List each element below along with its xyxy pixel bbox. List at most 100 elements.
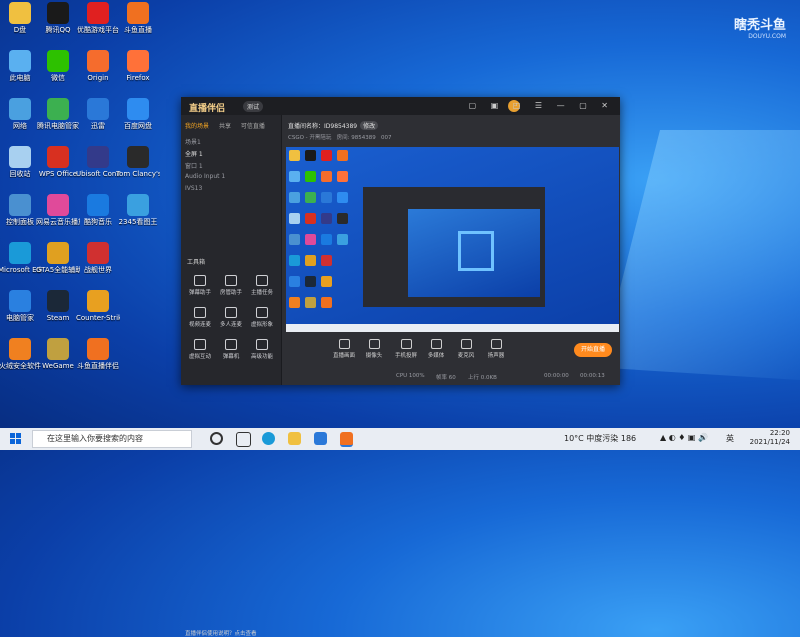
live-companion-window[interactable]: 直播伴侣 测试 ▢ ▣ ◰ ☰ — ▢ ✕ 我的场景 共享 可信直播 场景1 全… <box>181 97 620 637</box>
desktop-icon[interactable]: 战舰世界 <box>76 242 120 274</box>
computer-icon <box>9 50 31 72</box>
user-icon <box>225 275 237 286</box>
preview-pc-manager-icon <box>305 192 316 203</box>
rainbow-six-icon <box>127 146 149 168</box>
tab-shared[interactable]: 共享 <box>219 123 231 130</box>
tool-danmu-assistant[interactable]: 弹幕助手 <box>185 275 215 296</box>
douyu-taskbar-icon[interactable] <box>340 432 353 447</box>
mic-icon <box>460 339 472 349</box>
photo-viewer-icon <box>127 194 149 216</box>
tool-video-link[interactable]: 视频连麦 <box>185 307 215 328</box>
tab-trusted[interactable]: 可信直播 <box>241 123 265 130</box>
desktop-icon[interactable]: Origin <box>76 50 120 82</box>
start-button[interactable] <box>10 433 22 445</box>
version-badge[interactable]: 测试 <box>243 101 264 112</box>
stream-preview[interactable] <box>286 147 619 332</box>
watermark-brand: 瞎秃斗鱼 <box>733 18 786 33</box>
network-icon <box>9 98 31 120</box>
desktop-icon-label: 微信 <box>51 74 65 82</box>
tray-icons[interactable]: ▲ ◐ ♦ ▣ 🔊 <box>660 433 708 442</box>
desktop-icon[interactable]: WeGame <box>36 338 80 370</box>
scene-item[interactable]: Audio Input 1 <box>185 173 225 180</box>
tool-multi-link[interactable]: 多人连麦 <box>216 307 246 328</box>
preview-photo-viewer-icon <box>337 234 348 245</box>
tool-virtual-interact[interactable]: 虚拟互动 <box>185 339 215 360</box>
task-view-icon[interactable] <box>236 432 251 447</box>
titlebar[interactable]: 直播伴侣 测试 ▢ ▣ ◰ ☰ — ▢ ✕ <box>181 97 620 115</box>
desktop-icon[interactable]: 网易云音乐播放器 <box>36 194 80 226</box>
tool-avatar[interactable]: 虚拟形象 <box>247 307 277 328</box>
tool-danmu-machine[interactable]: 弹幕机 <box>216 339 246 360</box>
language-indicator[interactable]: 英 <box>726 433 734 444</box>
desktop-icon-label: Steam <box>46 314 70 322</box>
desktop-icon[interactable]: WPS Office <box>36 146 80 178</box>
edit-room-button[interactable]: 修改 <box>360 121 379 130</box>
preview-qq-icon <box>305 150 316 161</box>
scene-item[interactable]: 全屏 1 <box>185 149 203 158</box>
desktop-icon[interactable]: Ubisoft Connect <box>76 146 120 178</box>
desktop-icon-label: 斗鱼直播伴侣 <box>77 362 119 370</box>
game-platform-icon <box>87 2 109 24</box>
usage-notice[interactable]: 直播伴侣使用说明？点击查看 <box>185 629 295 637</box>
tool-advanced[interactable]: 高级功能 <box>247 339 277 360</box>
record-timer: 00:00:13 <box>580 373 605 379</box>
window-controls[interactable]: ▢ ▣ ◰ ☰ — ▢ ✕ <box>469 101 614 110</box>
desktop-icon[interactable]: 腾讯QQ <box>36 2 80 34</box>
start-live-button[interactable]: 开始直播 <box>574 343 612 357</box>
blank-icon <box>127 242 149 264</box>
edge-icon[interactable] <box>262 432 275 445</box>
desktop-icon-label: 网易云音乐播放器 <box>36 218 80 226</box>
preview-douyu-companion-icon <box>321 297 332 308</box>
desktop-icon[interactable]: 酷狗音乐 <box>76 194 120 226</box>
preview-edge-icon <box>289 255 300 266</box>
tool-streamer-task[interactable]: 主播任务 <box>247 275 277 296</box>
thunder-icon <box>87 98 109 120</box>
preview-steam-icon <box>305 276 316 287</box>
desktop-icon[interactable]: Tom Clancy's R... <box>116 146 160 178</box>
desktop-icon-label: Origin <box>87 74 109 82</box>
mic-button[interactable]: 麦克风 <box>454 339 478 359</box>
camera-button[interactable]: 摄像头 <box>362 339 386 359</box>
taskbar-clock[interactable]: 22:20 2021/11/24 <box>750 429 790 447</box>
file-explorer-icon[interactable] <box>288 432 301 445</box>
wegame-icon <box>47 338 69 360</box>
mail-icon[interactable] <box>314 432 327 445</box>
desktop-icon[interactable]: Counter-Strike Global Offensive <box>76 290 120 322</box>
monitor-icon <box>338 339 350 349</box>
speaker-button[interactable]: 扬声器 <box>484 339 508 359</box>
tool-room-manager[interactable]: 房管助手 <box>216 275 246 296</box>
preview-huorong-icon <box>289 297 300 308</box>
scene-item[interactable]: 场景1 <box>185 137 201 146</box>
kugou-icon <box>87 194 109 216</box>
desktop-icon[interactable]: GTA5全能辅助工具 <box>36 242 80 274</box>
desktop-icon[interactable]: 斗鱼直播伴侣 <box>76 338 120 370</box>
interact-icon <box>194 339 206 350</box>
desktop-icon[interactable]: 百度网盘 <box>116 98 160 130</box>
clock-date: 2021/11/24 <box>749 438 790 446</box>
phone-cast-button[interactable]: 手机投屏 <box>394 339 418 359</box>
scene-item[interactable]: IVS13 <box>185 185 202 192</box>
desktop-icon[interactable]: 2345看图王 <box>116 194 160 226</box>
desktop-icon[interactable]: 优酷游戏平台 <box>76 2 120 34</box>
cortana-icon[interactable] <box>210 432 223 445</box>
desktop-icon[interactable]: 微信 <box>36 50 80 82</box>
desktop-icon[interactable]: 斗鱼直播 <box>116 2 160 34</box>
scene-item[interactable]: 窗口 1 <box>185 161 203 170</box>
tab-my-scenes[interactable]: 我的场景 <box>185 123 209 130</box>
screen-source-button[interactable]: 直播画面 <box>332 339 356 359</box>
nested-preview-frame <box>458 231 494 271</box>
cpu-status: CPU 100% <box>396 373 425 379</box>
taskbar-search-input[interactable]: 在这里输入你要搜索的内容 <box>32 430 192 448</box>
media-button[interactable]: 多媒体 <box>424 339 448 359</box>
weather-widget[interactable]: 10°C 中度污染 186 <box>564 433 636 444</box>
wechat-icon <box>47 50 69 72</box>
toolbox-title: 工具箱 <box>187 259 206 266</box>
upload-status: 上行 0.0KB <box>468 375 497 381</box>
category-label[interactable]: CSGO - 开黑陪玩 <box>288 135 331 141</box>
desktop-icon-label: 战舰世界 <box>84 266 112 274</box>
steam-icon <box>47 290 69 312</box>
desktop-icon[interactable]: 腾讯电脑管家 <box>36 98 80 130</box>
desktop-icon[interactable]: Firefox <box>116 50 160 82</box>
desktop-icon[interactable]: 迅雷 <box>76 98 120 130</box>
desktop-icon[interactable]: Steam <box>36 290 80 322</box>
